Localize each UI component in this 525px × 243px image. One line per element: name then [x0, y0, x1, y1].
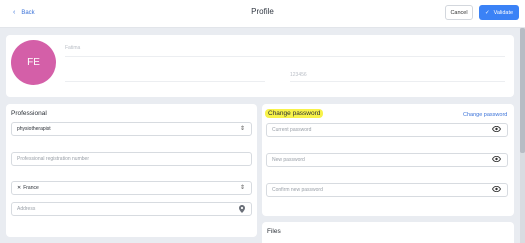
identity-card: FE Fatima 123456 — [6, 35, 514, 97]
validate-button[interactable]: ✓ Validate — [479, 5, 519, 20]
registration-number-input[interactable]: Professional registration number — [11, 152, 252, 166]
password-title-text: Change password — [265, 109, 324, 118]
cancel-button[interactable]: Cancel — [445, 5, 473, 20]
address-placeholder: Address — [17, 206, 36, 212]
country-flag-icon: ✕ — [17, 185, 22, 191]
phone-underline — [290, 81, 505, 82]
first-name-field[interactable]: Fatima — [65, 45, 80, 51]
top-bar: ‹ Back Profile Cancel ✓ Validate — [0, 0, 525, 28]
validate-label: Validate — [493, 9, 514, 16]
location-pin-icon — [239, 205, 245, 217]
professional-title: Professional — [11, 110, 47, 117]
avatar-initials: FE — [27, 57, 40, 68]
files-title: Files — [267, 228, 281, 235]
phone-field[interactable]: 123456 — [290, 72, 307, 78]
files-card: Files — [262, 222, 514, 243]
avatar[interactable]: FE — [11, 40, 56, 85]
new-password-input[interactable]: New password — [266, 153, 508, 167]
registration-placeholder: Professional registration number — [17, 156, 89, 162]
country-select[interactable]: ✕ France ⇕ — [11, 181, 252, 195]
profession-value: physiotherapist — [17, 126, 51, 132]
scrollbar-thumb[interactable] — [520, 28, 525, 153]
password-title: Change password — [265, 109, 324, 118]
eye-icon[interactable] — [491, 185, 502, 196]
eye-icon[interactable] — [491, 125, 502, 136]
check-icon: ✓ — [484, 9, 490, 16]
new-password-placeholder: New password — [272, 157, 305, 163]
last-name-underline — [65, 81, 265, 82]
select-arrows-icon: ⇕ — [239, 185, 245, 191]
first-name-underline — [65, 56, 505, 57]
current-password-placeholder: Current password — [272, 127, 312, 133]
eye-icon[interactable] — [491, 155, 502, 166]
password-card: Change password Change password Current … — [262, 104, 514, 216]
change-password-link[interactable]: Change password — [463, 112, 507, 118]
country-value: France — [23, 185, 39, 191]
professional-card: Professional physiotherapist ⇕ Professio… — [6, 104, 257, 237]
select-arrows-icon: ⇕ — [239, 126, 245, 132]
confirm-password-placeholder: Confirm new password — [272, 187, 323, 193]
cancel-label: Cancel — [450, 9, 468, 16]
profession-select[interactable]: physiotherapist ⇕ — [11, 122, 252, 136]
current-password-input[interactable]: Current password — [266, 123, 508, 137]
address-input[interactable]: Address — [11, 202, 252, 216]
confirm-password-input[interactable]: Confirm new password — [266, 183, 508, 197]
